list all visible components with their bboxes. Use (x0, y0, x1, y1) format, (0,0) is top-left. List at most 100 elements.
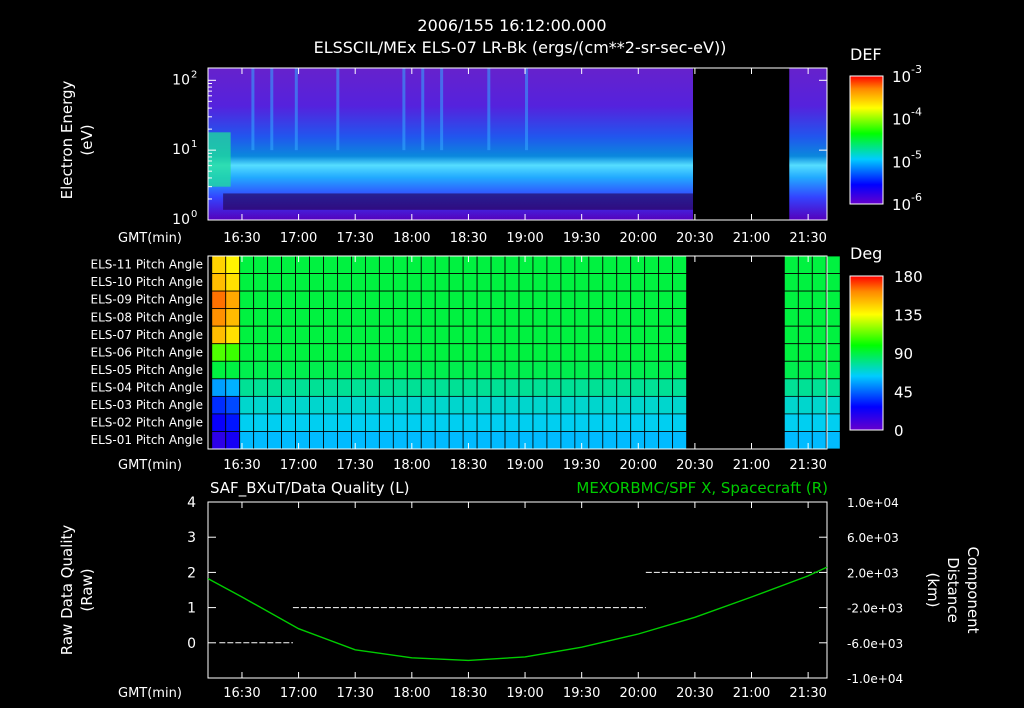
pitch-cell (616, 431, 632, 450)
pitch-cell (825, 395, 841, 415)
deg-colorbar-tick: 180 (894, 268, 923, 286)
pitch-cell (504, 413, 520, 432)
data-quality-x-axis-label: GMT(min) (118, 686, 182, 701)
pitch-cell (630, 308, 646, 327)
y-tick-exponent: 2 (191, 69, 197, 80)
pitch-cell (337, 308, 352, 327)
pitch-cell (295, 395, 310, 415)
pitch-cell (351, 431, 366, 450)
y-tick-base: 10 (172, 212, 190, 228)
pitch-cell (616, 395, 632, 415)
right-ylabel-line3: (km) (924, 572, 942, 607)
pitch-cell (364, 325, 380, 345)
pitch-cell (574, 273, 590, 292)
pitch-cell (616, 255, 632, 274)
pitch-cell (644, 395, 660, 415)
pitch-cell (476, 360, 492, 380)
left-y-ticks: 4 3 2 1 0 (187, 495, 216, 652)
pitch-cell (462, 343, 478, 362)
right-y-tick-label: 2.0e+03 (847, 566, 899, 580)
pitch-cell (253, 413, 269, 432)
data-quality-x-axis: 16:30 17:00 17:30 18:00 18:30 19:00 19:30 20:00… (223, 502, 827, 701)
pitch-cell (616, 290, 632, 310)
pitch-cell (574, 290, 590, 310)
pitch-cell (518, 360, 534, 380)
pitch-cell (476, 431, 492, 450)
pitch-cell (518, 290, 534, 310)
pitch-cell (783, 431, 799, 450)
pitch-cell (574, 343, 590, 362)
pitch-cell (378, 255, 394, 274)
pitch-cell (630, 413, 646, 432)
pitch-cell (281, 290, 296, 310)
y-tick-base: 10 (172, 72, 190, 88)
spectrogram-streak (251, 68, 255, 151)
pitch-cell (281, 325, 296, 345)
pitch-cell (588, 255, 604, 274)
pitch-cell (225, 325, 241, 345)
pitch-cell (532, 325, 548, 345)
pitch-angle-panel: ELS-11 Pitch Angle ELS-10 Pitch Angle ELS-… (91, 244, 923, 473)
pitch-cell (434, 378, 450, 397)
left-y-tick-label: 1 (187, 601, 196, 617)
pitch-cell (420, 378, 436, 397)
y-tick-exponent: 0 (191, 209, 197, 220)
pitch-cell (434, 273, 450, 292)
pitch-cell (546, 273, 562, 292)
pitch-cell (616, 378, 632, 397)
pitch-cell (560, 255, 576, 274)
pitch-cell (434, 290, 450, 310)
pitch-cell (309, 255, 324, 274)
pitch-cell (658, 273, 674, 292)
pitch-cell (448, 273, 464, 292)
pitch-cell (267, 308, 283, 327)
pitch-cell (532, 360, 548, 380)
pitch-cell (351, 308, 366, 327)
pitch-cell (253, 325, 269, 345)
pitch-cell (434, 343, 450, 362)
pitch-cell (658, 413, 674, 432)
pitch-cell (672, 255, 687, 274)
pitch-cell (825, 308, 841, 327)
pitch-cell (420, 360, 436, 380)
pitch-cell (658, 255, 674, 274)
pitch-cell (337, 290, 352, 310)
pitch-cell (392, 255, 408, 274)
def-colorbar-tick-base: 10 (892, 111, 911, 129)
pitch-cell (448, 255, 464, 274)
pitch-cell (267, 431, 283, 450)
spectrogram-streak (294, 68, 298, 151)
pitch-cell (295, 255, 310, 274)
pitch-cell (630, 325, 646, 345)
pitch-cell (825, 255, 841, 274)
pitch-cell (295, 378, 310, 397)
spectrogram-streak (270, 68, 274, 151)
pitch-cell (518, 431, 534, 450)
pitch-cell (602, 325, 618, 345)
pitch-cell (351, 378, 366, 397)
pitch-cell (448, 325, 464, 345)
pitch-cell (309, 431, 324, 450)
pitch-cell (239, 360, 255, 380)
spectrogram-streak (440, 68, 444, 151)
pitch-cell (253, 273, 269, 292)
spectrogram-plot (208, 68, 827, 220)
pitch-cell (616, 413, 632, 432)
pitch-cell (225, 413, 241, 432)
pitch-cell (378, 273, 394, 292)
pitch-cell (574, 360, 590, 380)
pitch-cell (658, 290, 674, 310)
pitch-cell (406, 395, 422, 415)
y-tick-exponent: 1 (191, 139, 197, 150)
pitch-cell (546, 290, 562, 310)
pitch-cell (560, 325, 576, 345)
pitch-cell (560, 431, 576, 450)
pitch-cell (462, 360, 478, 380)
x-tick-label: 18:00 (393, 458, 430, 473)
x-tick-label: 18:30 (450, 231, 487, 246)
pitch-cell (797, 308, 813, 327)
pitch-cell (811, 290, 827, 310)
spectrogram-early-feature (208, 132, 231, 187)
plot-timestamp: 2006/155 16:12:00.000 (417, 16, 606, 35)
pitch-cell (281, 431, 296, 450)
